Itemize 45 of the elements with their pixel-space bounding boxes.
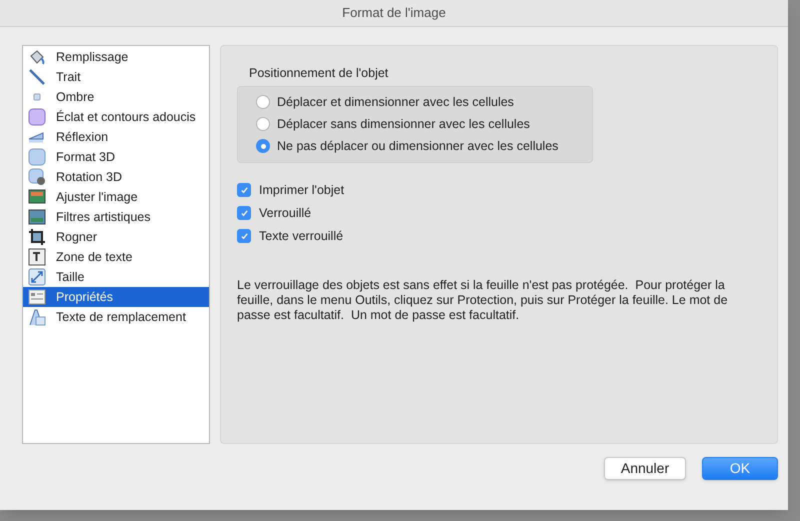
checkmark-icon (240, 208, 248, 218)
cube-icon (28, 148, 46, 166)
checkmark-icon (240, 186, 248, 195)
cube-rotate-icon (28, 168, 46, 186)
sidebar-item[interactable]: Propriétés (23, 287, 209, 307)
checkbox-label: Imprimer l'objet (259, 182, 344, 199)
sidebar-item[interactable]: Filtres artistiques (23, 207, 209, 227)
note-text: Le verrouillage des objets est sans effet si la feuille n'est pas protégée. Pour protéger la feuille, dans le menu Outils, cliquez sur Protection, puis sur Protéger la feuille. Le mot de passe est facultatif. Un mot de passe est facultatif. (237, 278, 729, 323)
cancel-button[interactable]: Annuler (604, 457, 686, 480)
image-icon (28, 208, 46, 226)
properties-icon (28, 288, 46, 306)
paint-bucket-icon (28, 48, 46, 66)
radio-button[interactable] (256, 117, 270, 132)
checkbox[interactable] (237, 183, 251, 198)
image-adjust-icon (28, 188, 46, 206)
sidebar-item[interactable]: Ajuster l'image (23, 187, 209, 207)
window-title: Format de l'image (342, 4, 446, 22)
radio-label: Déplacer sans dimensionner avec les cellules (277, 116, 530, 133)
sidebar-item[interactable]: Zone de texte (23, 247, 209, 267)
sidebar-item[interactable]: Format 3D (23, 147, 209, 167)
sidebar-item[interactable]: Réflexion (23, 127, 209, 147)
group-title: Positionnement de l'objet (248, 65, 390, 82)
sidebar-item[interactable]: Rotation 3D (23, 167, 209, 187)
alt-text-icon (28, 308, 46, 326)
rounded-square-icon (28, 108, 46, 126)
checkbox-label: Verrouillé (259, 204, 312, 222)
sidebar-item[interactable]: Remplissage (23, 47, 209, 67)
text-box-icon (28, 248, 46, 266)
resize-icon (28, 268, 46, 286)
checkbox[interactable] (237, 229, 251, 244)
radio-label: Ne pas déplacer ou dimensionner avec les cellules (277, 138, 558, 155)
sidebar-item[interactable]: Ombre (23, 87, 209, 107)
sidebar-item[interactable]: Rogner (23, 227, 209, 247)
sidebar-item[interactable]: Taille (23, 267, 209, 287)
checkbox[interactable] (237, 206, 251, 220)
radio-button[interactable] (256, 139, 270, 154)
checkbox-label: Texte verrouillé (259, 228, 344, 245)
crop-icon (28, 228, 46, 246)
line-icon (28, 68, 46, 86)
sidebar-item[interactable]: Texte de remplacement (23, 307, 209, 327)
radio-button[interactable] (256, 95, 270, 110)
sidebar-item[interactable]: Trait (23, 67, 209, 87)
checkmark-icon (240, 232, 248, 241)
radio-label: Déplacer et dimensionner avec les cellules (277, 94, 514, 111)
sidebar-item[interactable]: Éclat et contours adoucis (23, 107, 209, 127)
